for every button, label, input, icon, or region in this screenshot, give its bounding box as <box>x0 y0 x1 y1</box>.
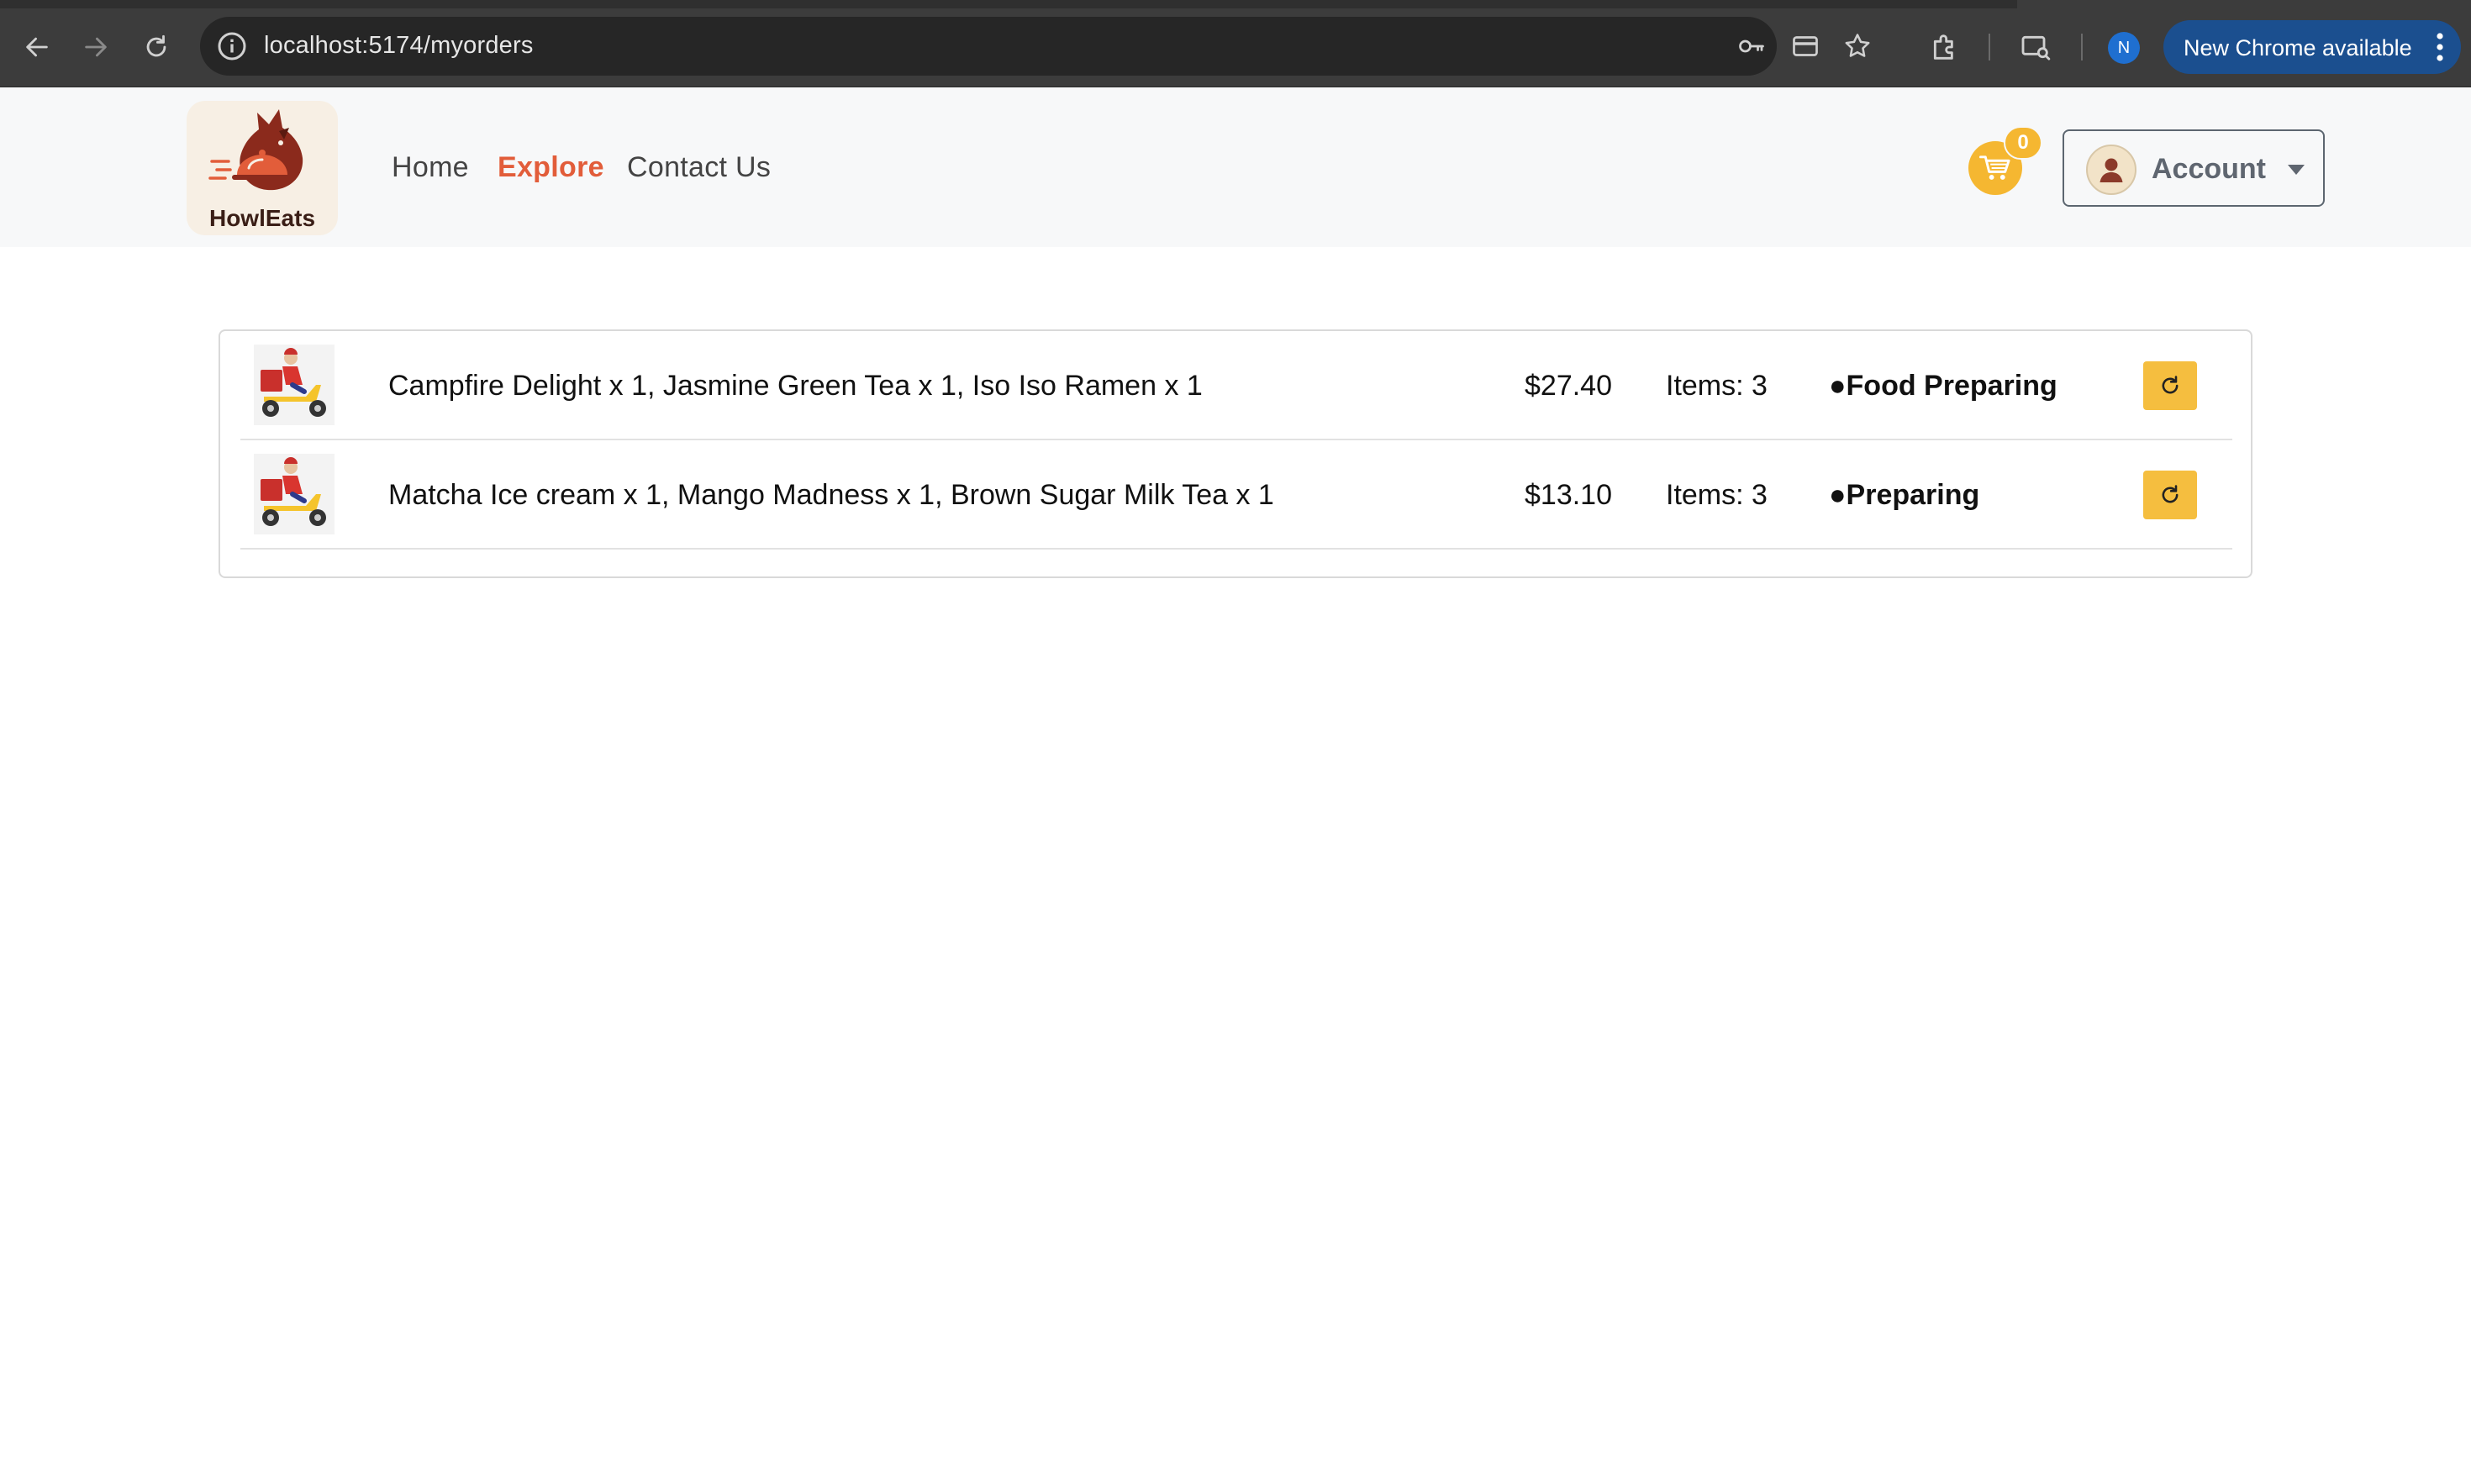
chrome-update-button[interactable]: New Chrome available <box>2163 20 2461 74</box>
url-text[interactable]: localhost:5174/myorders <box>264 32 534 60</box>
order-row: Campfire Delight x 1, Jasmine Green Tea … <box>240 331 2232 440</box>
order-amount: $27.40 <box>1525 370 1612 402</box>
back-button[interactable] <box>13 24 61 71</box>
account-label: Account <box>2152 153 2266 185</box>
site-info-icon[interactable] <box>215 29 249 63</box>
howleats-logo[interactable]: HowlEats <box>187 101 338 235</box>
tab-strip-edge <box>0 0 2017 8</box>
refresh-status-button[interactable] <box>2143 471 2197 519</box>
user-avatar-icon <box>2100 158 2123 182</box>
tab-search-icon[interactable] <box>2019 30 2052 64</box>
logo-wordmark: HowlEats <box>208 205 316 231</box>
my-orders-list: Campfire Delight x 1, Jasmine Green Tea … <box>219 329 2252 578</box>
delivery-scooter-icon <box>261 457 326 526</box>
toolbar-divider <box>2081 34 2083 61</box>
address-bar[interactable]: localhost:5174/myorders <box>200 17 1870 76</box>
toolbar-divider <box>1989 34 1990 61</box>
nav-explore[interactable]: Explore <box>498 151 604 184</box>
password-key-icon[interactable] <box>1735 31 1768 61</box>
reload-button[interactable] <box>133 24 180 71</box>
payment-card-icon[interactable] <box>1789 31 1822 61</box>
site-header: HowlEats Home Explore Contact Us 0 Accou… <box>0 87 2471 247</box>
refresh-icon <box>2162 376 2179 394</box>
more-menu-icon[interactable] <box>2436 32 2444 62</box>
forward-button[interactable] <box>72 24 119 71</box>
browser-toolbar: localhost:5174/myorders N New Chrome ava… <box>0 0 2471 87</box>
reload-icon <box>146 34 166 57</box>
extensions-puzzle-icon[interactable] <box>1928 30 1962 64</box>
order-item-count: Items: 3 <box>1666 370 1768 402</box>
profile-avatar[interactable]: N <box>2108 32 2140 64</box>
wolf-cloche-logo-icon <box>208 109 303 191</box>
forward-arrow-icon <box>85 37 107 57</box>
order-amount: $13.10 <box>1525 479 1612 511</box>
bookmark-star-icon[interactable] <box>1841 31 1874 61</box>
order-row: Matcha Ice cream x 1, Mango Madness x 1,… <box>240 440 2232 550</box>
order-status: ●Preparing <box>1829 479 1980 511</box>
delivery-scooter-icon <box>261 348 326 417</box>
order-thumbnail <box>254 345 335 425</box>
avatar <box>2086 145 2136 195</box>
nav-home[interactable]: Home <box>392 151 469 184</box>
chevron-down-icon <box>2288 165 2305 175</box>
update-label: New Chrome available <box>2184 35 2412 61</box>
nav-contact-us[interactable]: Contact Us <box>627 151 771 184</box>
cart-count-badge: 0 <box>2004 126 2042 160</box>
order-item-count: Items: 3 <box>1666 479 1768 511</box>
shopping-cart-icon <box>1979 155 2010 180</box>
back-arrow-icon <box>26 37 48 57</box>
order-status: ●Food Preparing <box>1829 370 2057 402</box>
order-items-text: Campfire Delight x 1, Jasmine Green Tea … <box>388 370 1203 402</box>
refresh-status-button[interactable] <box>2143 361 2197 410</box>
refresh-icon <box>2162 485 2179 503</box>
order-items-text: Matcha Ice cream x 1, Mango Madness x 1,… <box>388 479 1274 511</box>
account-dropdown[interactable]: Account <box>2063 129 2325 207</box>
order-thumbnail <box>254 454 335 534</box>
